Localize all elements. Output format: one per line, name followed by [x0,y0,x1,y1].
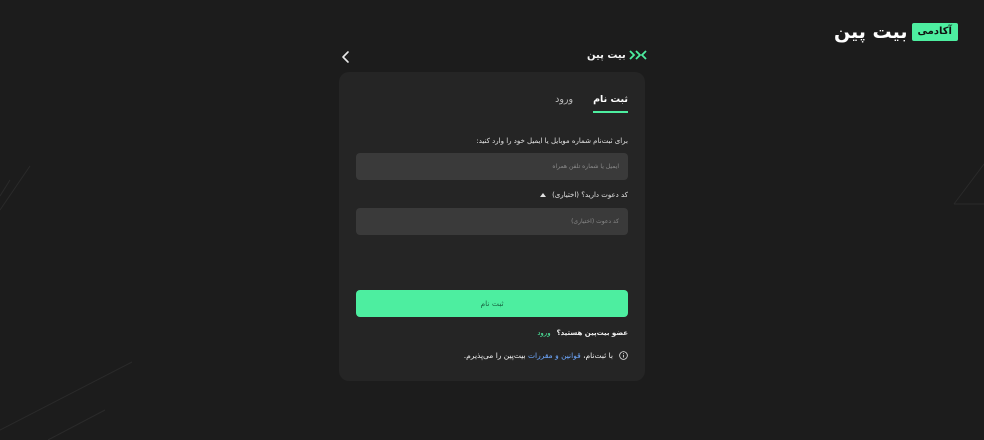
auth-tabs: ثبت نام ورود [555,94,628,113]
header-brand[interactable]: بیت پین [587,49,647,61]
invite-label: کد دعوت دارید؟ (اختیاری) [552,191,628,199]
terms-prefix: با ثبت‌نام، [583,351,613,360]
chevron-left-icon[interactable] [339,50,353,64]
bitpin-logo-icon [629,50,647,60]
terms-text: با ثبت‌نام، قوانین و مقررات بیت‌پین را م… [464,351,613,360]
academy-badge: آکادمی [911,23,958,41]
header-brand-text: بیت پین [587,49,626,61]
signup-card: ثبت نام ورود برای ثبت‌نام شماره موبایل ی… [339,72,645,381]
invite-code-input[interactable] [356,208,628,235]
terms-suffix: بیت‌پین را می‌پذیرم. [463,351,526,360]
caret-up-icon [540,193,547,197]
member-line: عضو بیت‌پین هستید؟ ورود [537,329,628,337]
identifier-label: برای ثبت‌نام شماره موبایل یا ایمیل خود ر… [476,137,628,145]
identifier-input[interactable] [356,153,628,180]
academy-logo[interactable]: آکادمی بیت پین [834,20,958,44]
invite-toggle[interactable]: کد دعوت دارید؟ (اختیاری) [540,191,628,199]
terms-link[interactable]: قوانین و مقررات [528,351,581,360]
tab-login[interactable]: ورود [555,94,573,113]
terms-line: با ثبت‌نام، قوانین و مقررات بیت‌پین را م… [464,351,628,360]
login-link[interactable]: ورود [537,329,550,337]
info-icon [619,351,628,360]
member-question: عضو بیت‌پین هستید؟ [556,329,628,337]
academy-brand: بیت پین [833,21,908,43]
signup-button[interactable]: ثبت نام [356,290,628,317]
tab-signup[interactable]: ثبت نام [593,94,628,113]
